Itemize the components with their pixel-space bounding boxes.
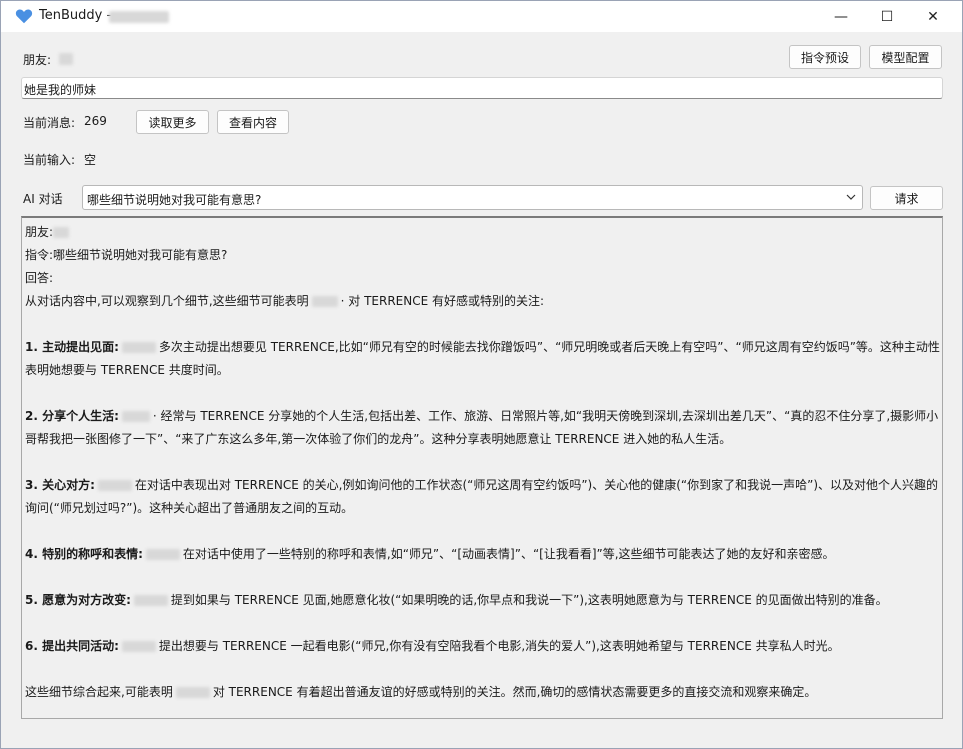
ai-query-combobox[interactable]: 哪些细节说明她对我可能有意思? [82,185,863,210]
conclusion-b: 对 TERRENCE 有着超出普通友谊的好感或特别的关注。然而,确切的感情状态需… [212,685,817,699]
redacted-friend-name [133,595,168,606]
read-more-label: 读取更多 [148,115,197,130]
point-title: 2. 分享个人生活: [25,409,119,423]
redacted-friend-name [53,227,70,238]
output-intro: 从对话内容中,可以观察到几个细节,这些细节可能表明 · 对 TERRENCE 有好… [25,290,941,313]
read-more-button[interactable]: 读取更多 [136,110,209,134]
model-config-button[interactable]: 模型配置 [869,45,942,69]
friend-label: 朋友: [23,53,52,67]
output-instruction-line: 指令:哪些细节说明她对我可能有意思? [25,248,228,262]
redacted-friend-name [97,480,132,491]
point-title: 5. 愿意为对方改变: [25,593,131,607]
current-messages-count: 269 [84,114,107,128]
redacted-friend-name [121,411,150,422]
chevron-down-icon[interactable] [844,190,858,204]
redacted-friend-name [109,11,169,23]
point-text: 提出想要与 TERRENCE 一起看电影(“师兄,你有没有空陪我看个电影,消失的… [158,639,840,653]
redacted-friend-name [175,687,210,698]
point-text: 在对话中表现出对 TERRENCE 的关心,例如询问他的工作状态(“师兄这周有空… [25,478,939,515]
conclusion-a: 这些细节综合起来,可能表明 [25,685,173,699]
point-title: 6. 提出共同活动: [25,639,119,653]
request-button[interactable]: 请求 [870,186,943,210]
maximize-icon: ☐ [880,8,894,25]
point-text: 提到如果与 TERRENCE 见面,她愿意化妆(“如果明晚的话,你早点和我说一下… [170,593,888,607]
current-input-value: 空 [84,153,97,167]
output-answer-label: 回答: [25,271,54,285]
ai-chat-label: AI 对话 [23,192,63,206]
output-point: 1. 主动提出见面: 多次主动提出想要见 TERRENCE,比如“师兄有空的时候能… [25,336,941,382]
ai-query-text: 哪些细节说明她对我可能有意思? [87,193,262,207]
redacted-friend-name [311,296,338,307]
view-content-label: 查看内容 [228,115,277,130]
close-button[interactable]: ✕ [910,1,956,32]
output-friend-line: 朋友: [25,221,941,244]
app-window: TenBuddy - — ☐ ✕ 朋友: 指令预设 模型配置 她是我的师妹 当前… [0,0,963,749]
point-title: 3. 关心对方: [25,478,95,492]
output-conclusion: 这些细节综合起来,可能表明 对 TERRENCE 有着超出普通友谊的好感或特别的关… [25,681,941,704]
minimize-icon: — [834,8,848,25]
instruction-preset-label: 指令预设 [800,50,849,65]
output-intro-b: · 对 TERRENCE 有好感或特别的关注: [340,294,545,308]
request-label: 请求 [894,191,919,206]
output-point: 2. 分享个人生活: · 经常与 TERRENCE 分享她的个人生活,包括出差、工… [25,405,941,451]
point-title: 1. 主动提出见面: [25,340,119,354]
output-point: 6. 提出共同活动: 提出想要与 TERRENCE 一起看电影(“师兄,你有没有空… [25,635,941,658]
maximize-button[interactable]: ☐ [864,1,910,32]
heart-icon [15,9,33,24]
current-messages-label: 当前消息: [23,116,76,130]
current-input-label: 当前输入: [23,153,76,167]
redacted-friend-name [121,641,156,652]
instruction-preset-button[interactable]: 指令预设 [789,45,861,69]
output-friend-label: 朋友: [25,225,54,239]
output-point: 3. 关心对方: 在对话中表现出对 TERRENCE 的关心,例如询问他的工作状态… [25,474,941,520]
output-intro-a: 从对话内容中,可以观察到几个细节,这些细节可能表明 [25,294,309,308]
title-bar[interactable]: TenBuddy - — ☐ ✕ [1,1,962,32]
minimize-button[interactable]: — [818,1,864,32]
output-point: 5. 愿意为对方改变: 提到如果与 TERRENCE 见面,她愿意化妆(“如果明晚… [25,589,941,612]
output-point: 4. 特别的称呼和表情: 在对话中使用了一些特别的称呼和表情,如“师兄”、“[动画… [25,543,941,566]
view-content-button[interactable]: 查看内容 [217,110,289,134]
window-title: TenBuddy - [39,8,112,23]
note-input[interactable]: 她是我的师妹 [21,77,943,99]
redacted-friend-name [145,549,180,560]
point-title: 4. 特别的称呼和表情: [25,547,143,561]
point-text: 多次主动提出想要见 TERRENCE,比如“师兄有空的时候能去找你蹭饭吗”、“师… [25,340,940,377]
point-text: · 经常与 TERRENCE 分享她的个人生活,包括出差、工作、旅游、日常照片等… [25,409,939,446]
point-text: 在对话中使用了一些特别的称呼和表情,如“师兄”、“[动画表情]”、“[让我看看]… [182,547,835,561]
redacted-friend-name [59,53,73,65]
output-text-area[interactable]: 朋友: 指令:哪些细节说明她对我可能有意思? 回答: 从对话内容中,可以观察到几… [21,216,943,719]
model-config-label: 模型配置 [881,50,930,65]
close-icon: ✕ [927,8,939,25]
redacted-friend-name [121,342,156,353]
